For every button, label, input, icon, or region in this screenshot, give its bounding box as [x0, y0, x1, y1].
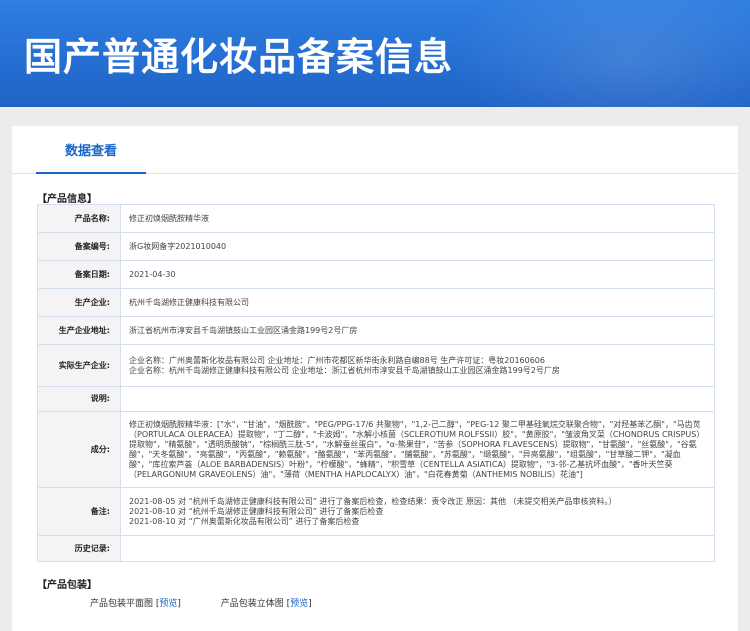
tab-bar: 数据查看	[12, 126, 738, 174]
header-banner: 国产普通化妆品备案信息	[0, 0, 750, 107]
table-row: 说明:	[37, 386, 715, 412]
row-label-record-date: 备案日期:	[37, 260, 121, 289]
packaging-section-title: 【产品包装】	[37, 580, 97, 591]
row-value-manufacturer: 杭州千岛湖修正健康科技有限公司	[120, 288, 715, 317]
row-value-record-number: 浙G妆网备字2021010040	[120, 232, 715, 261]
product-info-table: 产品名称: 修正初焕烟酰胺精华液 备案编号: 浙G妆网备字2021010040 …	[37, 204, 715, 562]
table-row: 生产企业地址: 浙江省杭州市淳安县千岛湖镇鼓山工业园区涌金路199号2号厂房	[37, 316, 715, 345]
tab-data-view[interactable]: 数据查看	[36, 126, 146, 174]
preview-link-3d[interactable]: 预览	[290, 596, 308, 609]
packaging-item-flat-label: 产品包装平面图	[90, 599, 154, 609]
packaging-item-flat: 产品包装平面图 [预览]	[90, 596, 181, 609]
row-label-product-name: 产品名称:	[37, 204, 121, 233]
content-panel: 数据查看 【产品信息】 产品名称: 修正初焕烟酰胺精华液 备案编号: 浙G妆网备…	[12, 126, 738, 631]
row-label-manufacturer: 生产企业:	[37, 288, 121, 317]
row-label-description: 说明:	[37, 386, 121, 412]
packaging-item-3d-label: 产品包装立体图	[220, 599, 284, 609]
row-value-product-name: 修正初焕烟酰胺精华液	[120, 204, 715, 233]
table-row: 备注: 2021-08-05 对 “杭州千岛湖修正健康科技有限公司” 进行了备案…	[37, 487, 715, 536]
table-row: 历史记录:	[37, 535, 715, 562]
table-row: 生产企业: 杭州千岛湖修正健康科技有限公司	[37, 288, 715, 317]
row-label-ingredients: 成分:	[37, 411, 121, 488]
row-value-record-date: 2021-04-30	[120, 260, 715, 289]
row-label-record-number: 备案编号:	[37, 232, 121, 261]
table-row: 备案编号: 浙G妆网备字2021010040	[37, 232, 715, 261]
row-value-remarks: 2021-08-05 对 “杭州千岛湖修正健康科技有限公司” 进行了备案后检查，…	[120, 487, 715, 536]
table-row: 产品名称: 修正初焕烟酰胺精华液	[37, 204, 715, 233]
bracket-close: ]	[308, 599, 312, 609]
packaging-items: 产品包装平面图 [预览] 产品包装立体图 [预览]	[90, 596, 312, 609]
row-label-remarks: 备注:	[37, 487, 121, 536]
row-value-manufacturer-address: 浙江省杭州市淳安县千岛湖镇鼓山工业园区涌金路199号2号厂房	[120, 316, 715, 345]
row-label-history: 历史记录:	[37, 535, 121, 562]
table-row: 备案日期: 2021-04-30	[37, 260, 715, 289]
table-row: 成分: 修正初焕烟酰胺精华液：["水"，"甘油"，"烟酰胺"，"PEG/PPG-…	[37, 411, 715, 488]
preview-link-flat[interactable]: 预览	[159, 596, 177, 609]
bracket-close: ]	[177, 599, 181, 609]
row-value-history	[120, 535, 715, 562]
row-label-manufacturer-address: 生产企业地址:	[37, 316, 121, 345]
packaging-item-3d: 产品包装立体图 [预览]	[221, 596, 312, 609]
row-label-actual-manufacturer: 实际生产企业:	[37, 344, 121, 387]
row-value-actual-manufacturer: 企业名称：广州奥蕾斯化妆品有限公司 企业地址：广州市花都区新华街永利路自编88号…	[120, 344, 715, 387]
row-value-description	[120, 386, 715, 412]
row-value-ingredients: 修正初焕烟酰胺精华液：["水"，"甘油"，"烟酰胺"，"PEG/PPG-17/6…	[120, 411, 715, 488]
product-info-section-title: 【产品信息】	[37, 194, 97, 205]
page-title: 国产普通化妆品备案信息	[24, 35, 454, 79]
table-row: 实际生产企业: 企业名称：广州奥蕾斯化妆品有限公司 企业地址：广州市花都区新华街…	[37, 344, 715, 387]
